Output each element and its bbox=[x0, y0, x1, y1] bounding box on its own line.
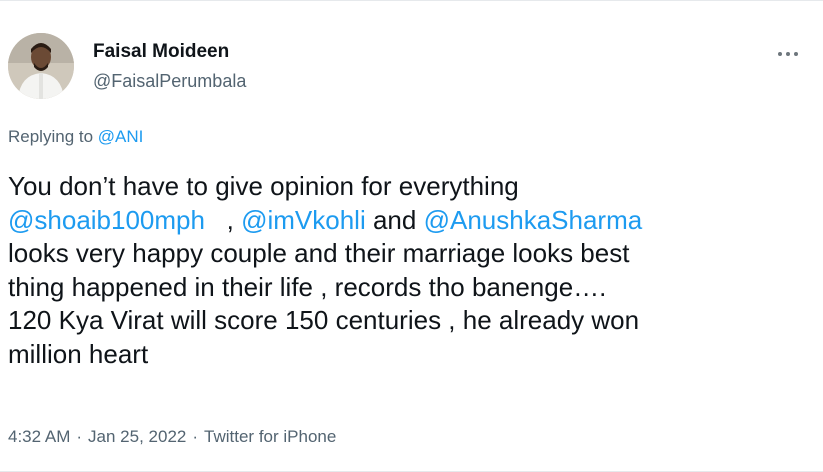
tweet-card: Faisal Moideen @FaisalPerumbala Replying… bbox=[0, 0, 823, 472]
replying-to: Replying to @ANI bbox=[8, 127, 143, 147]
tweet-line: looks very happy couple and their marria… bbox=[8, 238, 630, 268]
tweet-date[interactable]: Jan 25, 2022 bbox=[88, 427, 186, 446]
mention-link[interactable]: @imVkohli bbox=[241, 205, 366, 235]
tweet-line-mentions: @shoaib100mph , @imVkohli and @AnushkaSh… bbox=[8, 204, 808, 238]
meta-separator: · bbox=[76, 427, 83, 446]
tweet-line: 120 Kya Virat will score 150 centuries ,… bbox=[8, 305, 640, 335]
meta-separator: · bbox=[192, 427, 199, 446]
tweet-text-fragment: , bbox=[204, 204, 242, 235]
tweet-source[interactable]: Twitter for iPhone bbox=[204, 427, 336, 446]
tweet-text-fragment: and bbox=[365, 204, 424, 235]
mention-link[interactable]: @AnushkaSharma bbox=[424, 205, 643, 235]
more-horizontal-icon[interactable] bbox=[775, 47, 801, 61]
replying-to-label: Replying to bbox=[8, 127, 94, 146]
author-handle[interactable]: @FaisalPerumbala bbox=[93, 71, 246, 92]
tweet-line: You don’t have to give opinion for every… bbox=[8, 171, 519, 201]
reply-target-link[interactable]: @ANI bbox=[98, 127, 144, 146]
tweet-meta: 4:32 AM · Jan 25, 2022 · Twitter for iPhone bbox=[8, 427, 336, 447]
tweet-time[interactable]: 4:32 AM bbox=[8, 427, 70, 446]
author-name[interactable]: Faisal Moideen bbox=[93, 41, 229, 63]
tweet-text: You don’t have to give opinion for every… bbox=[8, 170, 808, 371]
mention-link[interactable]: @shoaib100mph bbox=[8, 205, 205, 235]
avatar[interactable] bbox=[8, 33, 74, 99]
tweet-line: thing happened in their life , records t… bbox=[8, 271, 607, 302]
tweet-line: million heart bbox=[8, 338, 149, 369]
